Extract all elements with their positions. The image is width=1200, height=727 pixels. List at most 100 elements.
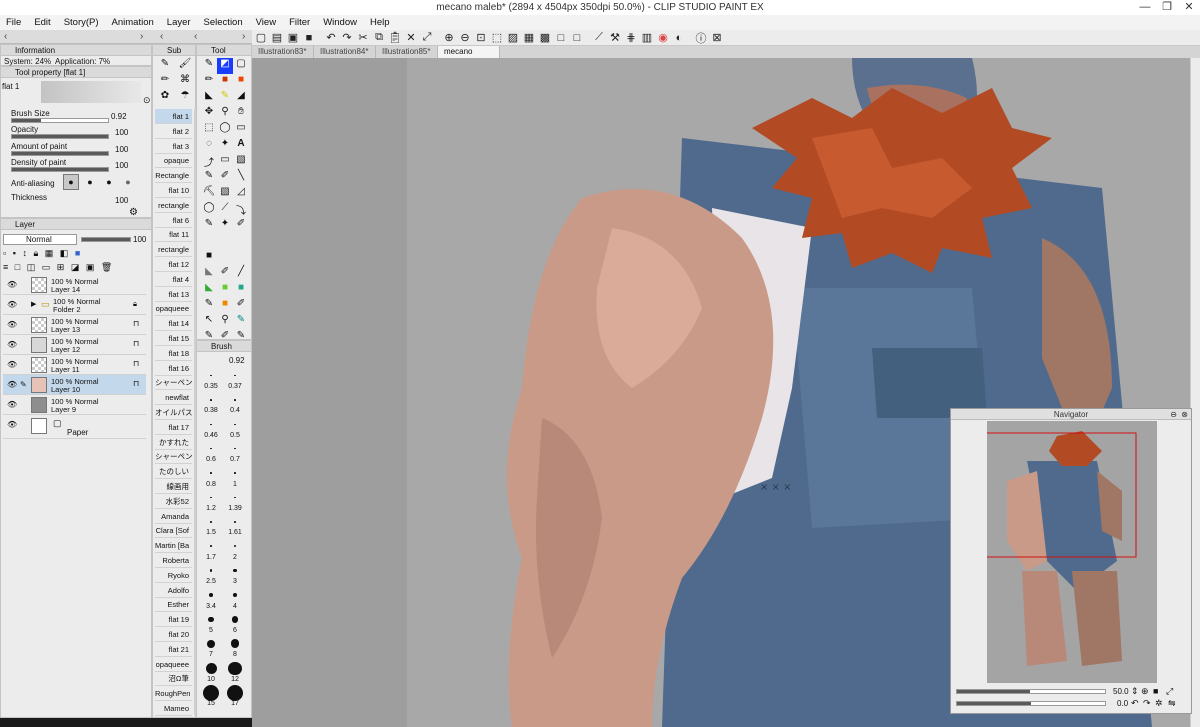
eraser-icon[interactable]: ◢: [233, 90, 249, 106]
folder-expand-icon[interactable]: ▶: [31, 300, 36, 308]
sub-tool-item[interactable]: opaqueee: [155, 301, 192, 317]
tone-icon[interactable]: ✦: [217, 218, 233, 234]
brush-size-option[interactable]: 4: [224, 589, 246, 611]
sub-tool-item[interactable]: rectangle: [155, 198, 192, 213]
navigator-zoom-slider[interactable]: [956, 689, 1106, 694]
visibility-eye-icon[interactable]: 👁︎: [7, 300, 17, 309]
lock-clip-icon[interactable]: ⊓: [133, 359, 139, 368]
menu-file[interactable]: File: [6, 17, 21, 28]
paste-icon[interactable]: 📋︎: [388, 31, 402, 45]
invert-icon[interactable]: ▨: [506, 31, 520, 45]
ruler-snap-icon[interactable]: ⟋: [592, 31, 606, 45]
menu-story[interactable]: Story(P): [64, 17, 99, 28]
sub-tool-item[interactable]: flat 6: [155, 213, 192, 228]
pointer-icon[interactable]: ↖: [201, 314, 217, 330]
visibility-eye-icon[interactable]: 👁︎: [7, 420, 17, 429]
tab-illustration83[interactable]: Illustration83*: [252, 46, 314, 58]
aa-weak-icon[interactable]: ●: [82, 174, 98, 190]
sub-tool-item[interactable]: たのしい: [155, 464, 192, 480]
color-wheel-icon[interactable]: ◉: [656, 31, 670, 45]
layer-item-11[interactable]: 👁︎ 100 % Normal Layer 11 ⊓: [3, 355, 146, 375]
layer-item-paper[interactable]: 👁︎ ▢ Paper: [3, 415, 146, 439]
brush-round-icon[interactable]: ✎: [201, 170, 217, 186]
lock-clip-icon[interactable]: ⊓: [133, 319, 139, 328]
hand-icon[interactable]: ✋︎: [233, 106, 249, 122]
brush-size-option[interactable]: 0.38: [200, 393, 222, 415]
layer-tab-label[interactable]: Layer: [15, 220, 35, 229]
zoom-in-icon[interactable]: ⊕: [442, 31, 456, 45]
fill-bucket-icon[interactable]: ⛏: [201, 186, 217, 202]
aa-none-icon[interactable]: ●: [63, 174, 79, 190]
blend-icon[interactable]: ✐: [217, 170, 233, 186]
navigator-zoom-in-icon[interactable]: ⊕: [1141, 686, 1149, 697]
brush-size-option[interactable]: 0.6: [200, 442, 222, 464]
new-folder-icon[interactable]: ▭: [42, 262, 53, 272]
lasso-icon[interactable]: ◌: [201, 138, 217, 154]
pen-tool-icon[interactable]: ✎: [155, 58, 175, 74]
close-button[interactable]: ✕: [1178, 0, 1200, 15]
brush-size-option[interactable]: 6: [224, 613, 246, 635]
snap-special-icon[interactable]: ⚒: [608, 31, 622, 45]
main-color-icon[interactable]: ◩: [217, 58, 233, 74]
watercolor-tool-icon[interactable]: ☂: [175, 90, 195, 106]
tab-mecano-maleb[interactable]: mecano maleb*: [438, 46, 500, 68]
zoom-spinner-icon[interactable]: ⇕: [1131, 686, 1139, 697]
collapse-right-icon[interactable]: ›: [140, 30, 143, 44]
brush-size-option[interactable]: 2.5: [200, 564, 222, 586]
brush-tab-label[interactable]: Brush: [211, 342, 232, 351]
navigator-zoom-value[interactable]: 50.0: [1113, 687, 1129, 696]
navigator-close-icon[interactable]: ⊗: [1181, 409, 1188, 420]
sub-tool-item[interactable]: オイルパス: [155, 405, 192, 420]
collapse-left-icon[interactable]: ‹: [194, 30, 197, 44]
cut-icon[interactable]: ✂: [356, 31, 370, 45]
collapse-right-icon[interactable]: ›: [242, 30, 245, 44]
tab-illustration84[interactable]: Illustration84*: [314, 46, 376, 58]
rotate-left-icon[interactable]: ↶: [1131, 698, 1139, 709]
sub-tool-item[interactable]: flat 2: [155, 124, 192, 139]
brush-size-option[interactable]: 5: [200, 613, 222, 635]
color-set-icon[interactable]: ◐: [672, 31, 686, 45]
flip-icon[interactable]: ⇋: [1168, 698, 1176, 709]
sub-tool-item[interactable]: シャーペン: [155, 449, 192, 465]
fit-icon[interactable]: ⊡: [474, 31, 488, 45]
sub-tool-item[interactable]: 線画用: [155, 479, 192, 494]
brush-size-option[interactable]: 8: [224, 637, 246, 659]
menu-layer[interactable]: Layer: [167, 17, 191, 28]
merge-down-icon[interactable]: ⊞: [57, 262, 67, 272]
decoration-tool-icon[interactable]: ✿: [155, 90, 175, 106]
navigator-rotate-slider[interactable]: [956, 701, 1106, 706]
sub-tool-item[interactable]: flat 11: [155, 227, 192, 243]
zoom-icon[interactable]: ⚲: [217, 106, 233, 122]
menu-help[interactable]: Help: [370, 17, 390, 28]
visibility-eye-icon[interactable]: 👁︎: [7, 400, 17, 409]
visibility-eye-icon[interactable]: 👁︎: [7, 380, 17, 389]
new-raster-layer-icon[interactable]: □: [15, 262, 22, 272]
aa-medium-icon[interactable]: ●: [101, 174, 117, 190]
pen-2-icon[interactable]: ✎: [201, 218, 217, 234]
menu-animation[interactable]: Animation: [112, 17, 154, 28]
brush-size-option[interactable]: 1.2: [200, 491, 222, 513]
sub-tool-item[interactable]: 水彩52: [155, 494, 192, 509]
selection-ellipse-icon[interactable]: ◯: [217, 122, 233, 138]
delete-layer-icon[interactable]: 🗑︎: [101, 262, 114, 272]
density-of-paint-value[interactable]: 100: [115, 161, 128, 170]
zoom-2-icon[interactable]: ⚲: [217, 314, 233, 330]
orange-brush-icon[interactable]: ■: [217, 298, 233, 314]
clear-icon[interactable]: ✕: [404, 31, 418, 45]
color-mode-icon[interactable]: ▥: [640, 31, 654, 45]
sub-tool-item[interactable]: flat 20: [155, 627, 192, 642]
aa-strong-icon[interactable]: ●: [120, 174, 136, 190]
amount-of-paint-slider[interactable]: [11, 151, 109, 156]
layer-item-12[interactable]: 👁︎ 100 % Normal Layer 12 ⊓: [3, 335, 146, 355]
navigator-rotation-value[interactable]: 0.0: [1117, 699, 1128, 708]
brush-size-value[interactable]: 0.92: [111, 112, 127, 121]
menu-window[interactable]: Window: [323, 17, 357, 28]
sub-tool-item[interactable]: Ryoko: [155, 568, 192, 583]
maximize-button[interactable]: ❐: [1156, 0, 1178, 15]
sub-tool-item[interactable]: opaque: [155, 153, 192, 169]
zoom-out-icon[interactable]: ⊖: [458, 31, 472, 45]
brush-size-option[interactable]: 0.7: [224, 442, 246, 464]
menu-view[interactable]: View: [256, 17, 276, 28]
white-fill-icon[interactable]: ■: [201, 250, 217, 266]
pen-3-icon[interactable]: ✐: [233, 218, 249, 234]
